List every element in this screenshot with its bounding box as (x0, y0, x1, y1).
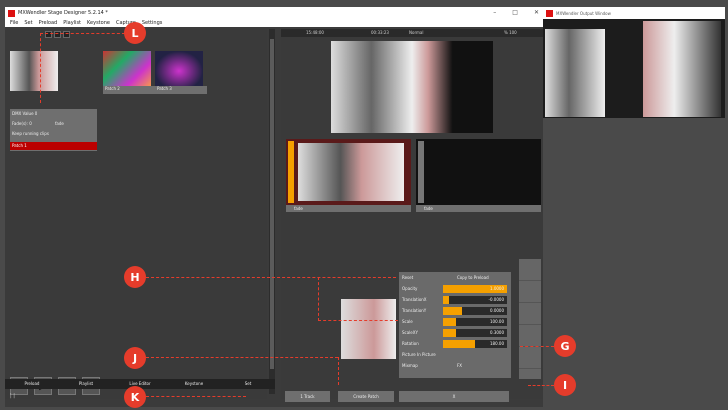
zoom-label: % 100 (504, 30, 517, 35)
menu-preload[interactable]: Preload (39, 20, 58, 26)
time-left: 15:48:00 (306, 30, 324, 35)
tab-playlist[interactable]: Playlist (59, 379, 113, 389)
scroll-thumb[interactable] (270, 39, 274, 369)
track-level[interactable] (418, 141, 424, 203)
output-title-bar: MXWendler Output Window (543, 7, 725, 19)
set-panel: DMX Value 0 Fade(s): 0 fade Keep running … (5, 29, 267, 399)
live-panel: 15:48:00 00:33:23 Normal % 100 fade fade… (281, 29, 543, 402)
track-count-button[interactable]: 1 Track (285, 391, 330, 402)
annotation-l: L (124, 22, 146, 44)
side-button[interactable] (519, 259, 541, 281)
mixmap-row[interactable]: Mixmap FX (399, 360, 511, 371)
track-level[interactable] (288, 141, 294, 203)
annotation-line (520, 346, 554, 347)
fade-value[interactable]: Fade(s): 0 fade (10, 119, 97, 129)
patch-3[interactable]: Patch 3 (155, 41, 207, 123)
property-slider-fill[interactable] (443, 306, 463, 315)
side-button[interactable] (519, 347, 541, 369)
tab-preload[interactable]: Preload (5, 379, 59, 389)
property-slider-fill[interactable] (443, 317, 456, 326)
patch-toolbar (45, 29, 93, 39)
status-text: | | (10, 393, 15, 399)
annotation-line (40, 33, 125, 34)
pause-icon[interactable] (63, 30, 70, 38)
selected-thumbnail (341, 299, 396, 359)
side-button[interactable] (519, 325, 541, 347)
annotation-line (146, 357, 338, 358)
patch-label: Patch 2 (103, 86, 155, 94)
menu-set[interactable]: Set (24, 20, 32, 26)
tab-keystone[interactable]: Keystone (167, 379, 221, 389)
play-icon[interactable] (45, 30, 52, 38)
menu-playlist[interactable]: Playlist (63, 20, 81, 26)
stop-icon[interactable] (54, 30, 61, 38)
create-patch-button[interactable]: Create Patch (338, 391, 394, 402)
track-thumbnail (298, 143, 404, 201)
annotation-h: H (124, 266, 146, 288)
property-slider-fill[interactable] (443, 295, 450, 304)
menu-file[interactable]: File (10, 20, 18, 26)
copy-to-preload-button[interactable]: Copy to Preload (457, 275, 489, 280)
reset-button[interactable]: Reset (402, 275, 413, 280)
picture-in-picture[interactable]: Picture In Picture (399, 349, 511, 360)
patch-1-label[interactable]: Patch 1 (10, 142, 97, 150)
property-slider-fill[interactable] (443, 339, 475, 348)
dmx-value[interactable]: DMX Value 0 (10, 109, 97, 119)
annotation-line (528, 385, 554, 386)
output-right-image (643, 21, 721, 117)
close-icon[interactable]: ✕ (534, 9, 539, 16)
track-1[interactable]: fade (286, 139, 411, 212)
prop-translation-y[interactable]: TranslationY 0.0000 (399, 305, 511, 316)
annotation-line (318, 277, 319, 321)
prop-translation-x[interactable]: TranslationX -0.0000 (399, 294, 511, 305)
prop-opacity[interactable]: Opacity 1.0000 (399, 283, 511, 294)
property-panel: Reset Copy to Preload Opacity 1.0000 Trans… (399, 272, 511, 378)
close-x-button[interactable]: X (399, 391, 509, 402)
track-label[interactable]: fade (416, 205, 541, 212)
side-button[interactable] (519, 303, 541, 325)
minimize-icon[interactable]: – (493, 9, 496, 16)
menu-settings[interactable]: Settings (142, 20, 163, 26)
output-left-image (545, 29, 605, 117)
side-buttons (519, 259, 541, 379)
preview-toolbar: 15:48:00 00:33:23 Normal % 100 (281, 29, 543, 37)
app-logo (8, 9, 15, 17)
annotation-line (146, 277, 396, 278)
patch-label: Patch 3 (155, 86, 207, 94)
annotation-line (338, 357, 339, 385)
track-2[interactable]: fade (416, 139, 541, 212)
keep-running-toggle[interactable]: Keep running clips (10, 129, 97, 139)
menu-bar: File Set Preload Playlist Keystone Captu… (5, 19, 543, 27)
patch-thumbnail[interactable] (155, 51, 203, 91)
menu-keystone[interactable]: Keystone (87, 20, 110, 26)
window-title: MXWendler Stage Designer 5.2.14 * (18, 10, 108, 16)
prop-scale[interactable]: Scale 100.00 (399, 316, 511, 327)
main-window: MXWendler Stage Designer 5.2.14 * – □ ✕ Fi… (5, 7, 543, 407)
annotation-line (318, 320, 398, 321)
side-button[interactable] (519, 281, 541, 303)
patch-2[interactable]: Patch 2 (103, 41, 155, 123)
annotation-k: K (124, 386, 146, 408)
patch-thumbnail[interactable] (10, 51, 58, 91)
annotation-j: J (124, 347, 146, 369)
property-slider-fill[interactable] (443, 328, 456, 337)
patch-thumbnail[interactable] (103, 51, 151, 91)
prop-rotation[interactable]: Rotation 180.00 (399, 338, 511, 349)
tab-set[interactable]: Set (221, 379, 275, 389)
title-bar: MXWendler Stage Designer 5.2.14 * – □ ✕ (5, 7, 543, 19)
output-preview[interactable] (331, 41, 493, 133)
annotation-line (146, 396, 246, 397)
output-title: MXWendler Output Window (556, 10, 611, 16)
annotation-i: I (554, 374, 576, 396)
app-logo (546, 9, 553, 17)
annotation-g: G (554, 335, 576, 357)
prop-scale-xy[interactable]: ScaleXY 0.3000 (399, 327, 511, 338)
mode-label: Normal (409, 30, 424, 35)
track-label[interactable]: fade (286, 205, 411, 212)
output-window: MXWendler Output Window (543, 7, 725, 118)
time-mid: 00:33:23 (371, 30, 389, 35)
maximize-icon[interactable]: □ (512, 9, 518, 16)
annotation-line (40, 33, 41, 103)
scrollbar[interactable] (269, 29, 275, 394)
